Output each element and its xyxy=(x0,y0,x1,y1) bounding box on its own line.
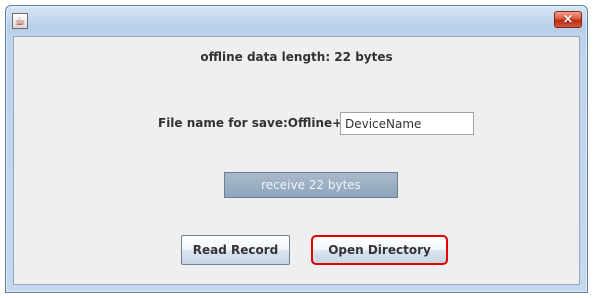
read-record-button[interactable]: Read Record xyxy=(181,235,290,265)
dialog-content: offline data length: 22 bytes File name … xyxy=(13,36,580,285)
file-name-row: File name for save:Offline+ xyxy=(158,112,488,136)
close-button[interactable]: × xyxy=(554,11,582,28)
file-name-input[interactable] xyxy=(340,112,474,135)
receive-bytes-button: receive 22 bytes xyxy=(224,172,398,198)
dialog-window: ☕ × offline data length: 22 bytes File n… xyxy=(5,5,588,293)
open-directory-button[interactable]: Open Directory xyxy=(311,235,448,265)
file-name-label: File name for save:Offline+ xyxy=(158,116,343,130)
title-bar: ☕ × xyxy=(6,6,587,36)
java-cup-icon: ☕ xyxy=(12,13,28,29)
offline-data-length-label: offline data length: 22 bytes xyxy=(200,50,393,64)
